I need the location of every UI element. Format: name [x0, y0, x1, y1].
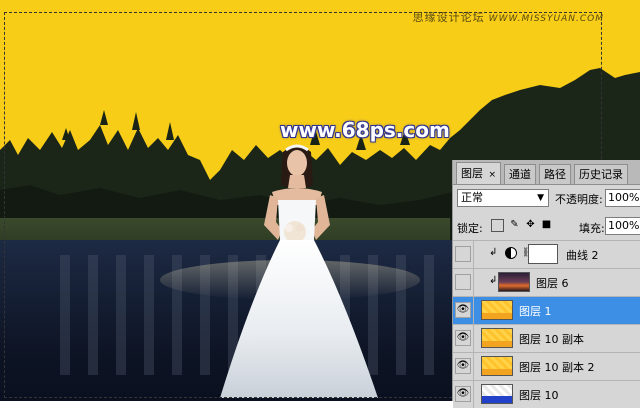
- lock-label: 锁定:: [457, 222, 483, 235]
- tab-history-label: 历史记录: [579, 168, 624, 181]
- opacity-input[interactable]: 100%: [605, 189, 640, 207]
- divider: [473, 381, 474, 408]
- tab-paths[interactable]: 路径: [539, 164, 572, 184]
- tab-layers-label: 图层: [461, 167, 483, 180]
- clip-arrow-icon: ↲: [489, 247, 498, 258]
- eye-icon[interactable]: 👁: [455, 302, 471, 318]
- tab-channels-label: 通道: [509, 168, 532, 181]
- visibility-toggle-icon[interactable]: ●: [455, 274, 471, 290]
- watermark-site-url: WWW.MISSYUAN.COM: [488, 14, 604, 24]
- layer-name: 图层 6: [536, 277, 569, 290]
- tab-channels[interactable]: 通道: [504, 164, 537, 184]
- blend-row: 正常 ▼ 不透明度: 100%: [457, 189, 640, 209]
- layer-name: 图层 1: [519, 305, 552, 318]
- layer-mask-thumbnail[interactable]: [528, 244, 558, 264]
- lock-transparent-icon[interactable]: [491, 219, 504, 232]
- divider: [473, 241, 474, 268]
- layer-row-layer-10[interactable]: 👁 图层 10: [453, 380, 640, 408]
- lock-row: 锁定: ✎ ✥ ■ 填充: 100%: [457, 217, 640, 237]
- lock-move-icon[interactable]: ✥: [525, 219, 536, 230]
- chevron-down-icon: ▼: [537, 193, 544, 203]
- layers-list: ● ↲ ⛓ 曲线 2 ● ↲ 图层 6 👁 图层 1 👁 图: [453, 240, 640, 408]
- eye-icon[interactable]: 👁: [455, 330, 471, 346]
- eye-icon[interactable]: 👁: [455, 358, 471, 374]
- layer-name: 图层 10 副本: [519, 333, 584, 346]
- visibility-toggle-icon[interactable]: ●: [455, 246, 471, 262]
- fill-label: 填充:: [579, 222, 605, 235]
- watermark-site: 思缘设计论坛 WWW.MISSYUAN.COM: [413, 9, 604, 25]
- lock-all-icon[interactable]: ■: [541, 219, 552, 230]
- tab-layers[interactable]: 图层 ×: [456, 162, 502, 184]
- layer-thumbnail[interactable]: [481, 328, 513, 348]
- divider: [473, 325, 474, 352]
- layer-row-layer-10-copy-2[interactable]: 👁 图层 10 副本 2: [453, 352, 640, 380]
- clip-arrow-icon: ↲: [489, 275, 498, 286]
- divider: [473, 353, 474, 380]
- tab-history[interactable]: 历史记录: [574, 164, 629, 184]
- layer-row-curves-2[interactable]: ● ↲ ⛓ 曲线 2: [453, 240, 640, 268]
- fill-input[interactable]: 100%: [605, 217, 640, 235]
- curves-adjustment-icon: [505, 247, 517, 259]
- blend-mode-select[interactable]: 正常 ▼: [457, 189, 549, 207]
- layer-thumbnail[interactable]: [481, 300, 513, 320]
- divider: [473, 297, 474, 324]
- layer-row-layer-6[interactable]: ● ↲ 图层 6: [453, 268, 640, 296]
- layer-thumbnail[interactable]: [498, 272, 530, 292]
- eye-icon[interactable]: 👁: [455, 386, 471, 402]
- layer-thumbnail[interactable]: [481, 356, 513, 376]
- blend-mode-value: 正常: [461, 191, 483, 204]
- close-icon[interactable]: ×: [489, 170, 497, 180]
- layer-row-layer-1[interactable]: 👁 图层 1: [453, 296, 640, 324]
- layer-name: 曲线 2: [566, 249, 599, 262]
- panel-tabs: 图层 × 通道 路径 历史记录: [453, 160, 640, 185]
- layer-name: 图层 10 副本 2: [519, 361, 595, 374]
- opacity-label: 不透明度:: [555, 193, 603, 206]
- watermark-68ps: www.68ps.com: [280, 118, 450, 142]
- tab-paths-label: 路径: [544, 168, 567, 181]
- layer-thumbnail[interactable]: [481, 384, 513, 404]
- divider: [473, 269, 474, 296]
- layers-panel: 图层 × 通道 路径 历史记录 正常 ▼ 不透明度: 100% 锁定: ✎ ✥ …: [452, 160, 640, 408]
- layer-row-layer-10-copy[interactable]: 👁 图层 10 副本: [453, 324, 640, 352]
- lock-brush-icon[interactable]: ✎: [509, 219, 520, 230]
- watermark-site-cn: 思缘设计论坛: [412, 11, 485, 24]
